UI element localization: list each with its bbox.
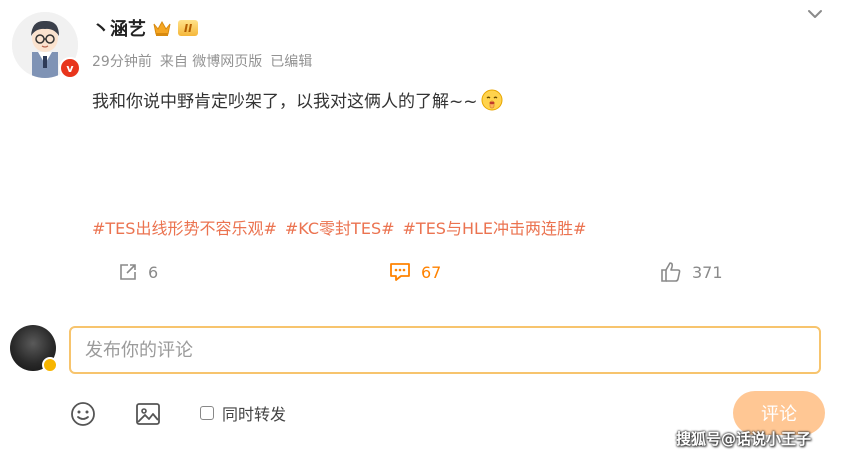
like-button[interactable]: 371 bbox=[660, 258, 723, 286]
post-time[interactable]: 29分钟前 bbox=[92, 51, 152, 71]
topic-link[interactable]: #TES出线形势不容乐观# bbox=[92, 215, 277, 239]
repost-count: 6 bbox=[148, 262, 159, 282]
comment-input-box bbox=[69, 326, 821, 374]
verified-badge-icon: v bbox=[59, 57, 81, 79]
emoji-icon[interactable] bbox=[69, 400, 97, 428]
shush-face-icon bbox=[481, 89, 502, 110]
chevron-down-icon[interactable] bbox=[805, 6, 825, 22]
comment-input[interactable] bbox=[71, 328, 819, 372]
action-bar: 6 67 371 bbox=[0, 258, 842, 286]
username[interactable]: 丶涵艺 bbox=[92, 15, 146, 41]
topic-list: #TES出线形势不容乐观# #KC零封TES# #TES与HLE冲击两连胜# bbox=[92, 215, 586, 239]
post-content: 我和你说中野肯定吵架了，以我对这俩人的了解~~ bbox=[92, 87, 504, 112]
crown-icon bbox=[153, 20, 171, 36]
post-meta: 29分钟前 来自 微博网页版 已编辑 bbox=[92, 51, 312, 71]
repost-checkbox[interactable] bbox=[200, 406, 214, 420]
comment-icon bbox=[390, 263, 410, 281]
comment-count: 67 bbox=[421, 262, 442, 282]
repost-option[interactable]: 同时转发 bbox=[200, 401, 286, 425]
watermark: 搜狐号@话说小王子 bbox=[676, 430, 812, 448]
topic-link[interactable]: #TES与HLE冲击两连胜# bbox=[403, 215, 587, 239]
post-source: 来自 微博网页版 bbox=[159, 54, 263, 70]
member-level-badge[interactable]: II bbox=[178, 20, 199, 36]
username-row: 丶涵艺 II bbox=[92, 15, 199, 41]
post-text: 我和你说中野肯定吵架了，以我对这俩人的了解~~ bbox=[92, 92, 478, 112]
member-badge-icon bbox=[42, 357, 58, 373]
topic-link[interactable]: #KC零封TES# bbox=[285, 215, 395, 239]
share-icon bbox=[120, 264, 136, 280]
repost-button[interactable]: 6 bbox=[118, 258, 158, 286]
edited-label[interactable]: 已编辑 bbox=[270, 51, 312, 71]
thumbs-up-icon bbox=[661, 262, 681, 282]
like-count: 371 bbox=[692, 262, 723, 282]
image-icon[interactable] bbox=[134, 400, 162, 428]
repost-option-label: 同时转发 bbox=[222, 405, 287, 424]
comment-button[interactable]: 67 bbox=[389, 258, 441, 286]
